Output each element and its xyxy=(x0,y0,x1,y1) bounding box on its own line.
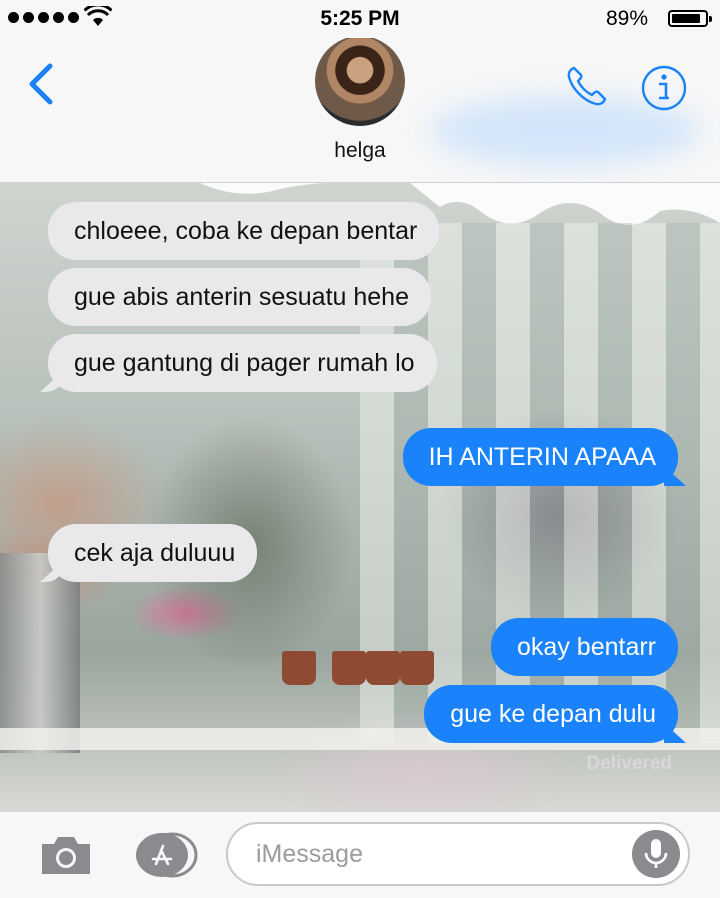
incoming-message-bubble[interactable]: gue abis anterin sesuatu hehe xyxy=(48,268,431,326)
status-bar: 5:25 PM 89% xyxy=(0,0,720,38)
battery-icon xyxy=(668,10,712,27)
info-icon[interactable] xyxy=(640,64,688,112)
imessage-text-field[interactable]: iMessage xyxy=(226,822,690,886)
incoming-message-bubble[interactable]: chloeee, coba ke depan bentar xyxy=(48,202,440,260)
back-chevron-icon[interactable] xyxy=(22,60,62,108)
outgoing-message-bubble[interactable]: okay bentarr xyxy=(491,618,678,676)
battery-percentage: 89% xyxy=(605,7,648,30)
phone-icon[interactable] xyxy=(565,64,609,108)
imessage-placeholder: iMessage xyxy=(256,840,363,868)
conversation-header: helga xyxy=(0,38,720,183)
incoming-message-bubble[interactable]: cek aja duluuu xyxy=(48,524,258,582)
message-input-bar: iMessage xyxy=(0,811,720,898)
outgoing-message-bubble[interactable]: gue ke depan dulu xyxy=(424,685,678,743)
contact-avatar[interactable] xyxy=(315,38,405,126)
chat-background: chloeee, coba ke depan bentar gue abis a… xyxy=(0,183,720,811)
incoming-message-bubble[interactable]: gue gantung di pager rumah lo xyxy=(48,334,437,392)
microphone-icon[interactable] xyxy=(632,830,680,878)
delivery-status: Delivered xyxy=(586,753,672,774)
contact-name[interactable]: helga xyxy=(0,139,720,163)
outgoing-message-bubble[interactable]: IH ANTERIN APAAA xyxy=(402,428,678,486)
camera-icon[interactable] xyxy=(38,832,94,878)
app-store-icon[interactable] xyxy=(130,832,198,878)
